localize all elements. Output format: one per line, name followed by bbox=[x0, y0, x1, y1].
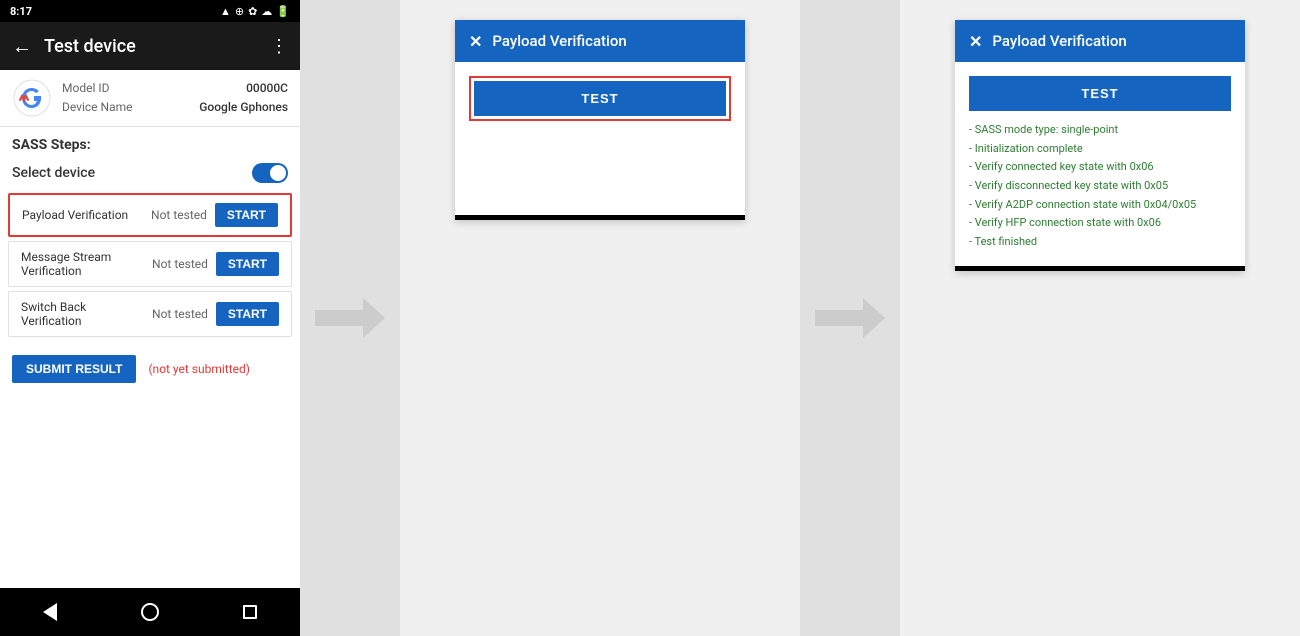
dialog-close-2[interactable]: ✕ bbox=[969, 32, 982, 51]
log-line: - Verify disconnected key state with 0x0… bbox=[969, 177, 1231, 196]
device-name-row: Device Name Google Gphones bbox=[62, 98, 288, 117]
log-line: - Test finished bbox=[969, 233, 1231, 252]
payload-verification-status: Not tested bbox=[151, 208, 207, 222]
arrow-head-2 bbox=[863, 298, 885, 338]
phone-content: Model ID 00000C Device Name Google Gphon… bbox=[0, 70, 300, 588]
switch-back-item: Switch Back Verification Not tested STAR… bbox=[8, 291, 292, 337]
nav-bar bbox=[0, 588, 300, 636]
dialog-header-1: ✕ Payload Verification bbox=[455, 20, 745, 62]
payload-verification-item: Payload Verification Not tested START bbox=[8, 193, 292, 237]
message-stream-start-button[interactable]: START bbox=[216, 252, 279, 276]
test-button-wrapper-1: TEST bbox=[469, 76, 731, 121]
status-bar: 8:17 ▲ ⊕ ✿ ☁ 🔋 bbox=[0, 0, 300, 22]
arrow-head-1 bbox=[363, 298, 385, 338]
wifi-icon: ▲ bbox=[220, 5, 231, 18]
dialog-close-1[interactable]: ✕ bbox=[469, 32, 482, 51]
toggle-knob bbox=[270, 165, 286, 181]
dialog-bottom-bar-2 bbox=[955, 266, 1245, 271]
arrow-body-2 bbox=[815, 310, 865, 326]
log-line: - Verify connected key state with 0x06 bbox=[969, 158, 1231, 177]
dialog-header-2: ✕ Payload Verification bbox=[955, 20, 1245, 62]
not-submitted-label: (not yet submitted) bbox=[148, 362, 250, 376]
arrow-2 bbox=[800, 0, 900, 636]
submit-row: SUBMIT RESULT (not yet submitted) bbox=[0, 343, 300, 395]
dialog-wrapper-1: ✕ Payload Verification TEST bbox=[400, 0, 800, 636]
dialog-body-2: TEST - SASS mode type: single-point- Ini… bbox=[955, 62, 1245, 266]
arrow-body-1 bbox=[315, 310, 365, 326]
switch-back-start-button[interactable]: START bbox=[216, 302, 279, 326]
dialog-title-1: Payload Verification bbox=[492, 32, 731, 50]
arrow-shape-1 bbox=[315, 298, 385, 338]
switch-back-status: Not tested bbox=[152, 307, 208, 321]
dialog-bottom-bar-1 bbox=[455, 215, 745, 220]
device-name-value: Google Gphones bbox=[199, 98, 288, 117]
app-title: Test device bbox=[44, 36, 270, 57]
select-device-label: Select device bbox=[12, 165, 95, 181]
home-nav-button[interactable] bbox=[135, 597, 165, 627]
recents-nav-icon bbox=[243, 605, 257, 619]
submit-result-button[interactable]: SUBMIT RESULT bbox=[12, 355, 136, 383]
status-icons: ▲ ⊕ ✿ ☁ 🔋 bbox=[220, 5, 290, 18]
settings-icon: ✿ bbox=[248, 5, 257, 18]
model-label: Model ID bbox=[62, 79, 109, 98]
battery-icon: 🔋 bbox=[276, 5, 290, 18]
dialog-title-2: Payload Verification bbox=[992, 32, 1231, 50]
log-line: - Verify A2DP connection state with 0x04… bbox=[969, 196, 1231, 215]
result-log: - SASS mode type: single-point- Initiali… bbox=[969, 121, 1231, 252]
device-logo bbox=[12, 78, 52, 118]
time-display: 8:17 bbox=[10, 5, 32, 18]
model-value: 00000C bbox=[246, 79, 288, 98]
test-button-wrapper-2: TEST bbox=[969, 76, 1231, 111]
home-nav-icon bbox=[141, 603, 159, 621]
log-line: - SASS mode type: single-point bbox=[969, 121, 1231, 140]
dialog-body-1: TEST bbox=[455, 62, 745, 215]
select-device-row: Select device bbox=[0, 157, 300, 191]
device-details: Model ID 00000C Device Name Google Gphon… bbox=[62, 79, 288, 117]
arrow-1 bbox=[300, 0, 400, 636]
back-button[interactable]: ← bbox=[12, 34, 32, 59]
dialog-panel-1: ✕ Payload Verification TEST bbox=[455, 20, 745, 220]
app-bar: ← Test device ⋮ bbox=[0, 22, 300, 70]
back-nav-icon bbox=[43, 603, 57, 621]
message-stream-name: Message StreamVerification bbox=[21, 250, 144, 278]
select-device-toggle[interactable] bbox=[252, 163, 288, 183]
payload-verification-name: Payload Verification bbox=[22, 208, 143, 222]
arrow-shape-2 bbox=[815, 298, 885, 338]
recents-nav-button[interactable] bbox=[235, 597, 265, 627]
test-button-1[interactable]: TEST bbox=[474, 81, 726, 116]
switch-back-name: Switch Back Verification bbox=[21, 300, 144, 328]
cloud-icon: ☁ bbox=[261, 5, 272, 18]
menu-button[interactable]: ⋮ bbox=[270, 36, 288, 57]
test-button-2[interactable]: TEST bbox=[969, 76, 1231, 111]
message-stream-item: Message StreamVerification Not tested ST… bbox=[8, 241, 292, 287]
device-info: Model ID 00000C Device Name Google Gphon… bbox=[0, 70, 300, 127]
dialog-wrapper-2: ✕ Payload Verification TEST - SASS mode … bbox=[900, 0, 1300, 636]
back-nav-button[interactable] bbox=[35, 597, 65, 627]
message-stream-status: Not tested bbox=[152, 257, 208, 271]
model-row: Model ID 00000C bbox=[62, 79, 288, 98]
payload-verification-start-button[interactable]: START bbox=[215, 203, 278, 227]
sass-steps-label: SASS Steps: bbox=[0, 127, 300, 157]
log-line: - Initialization complete bbox=[969, 140, 1231, 159]
log-line: - Verify HFP connection state with 0x06 bbox=[969, 214, 1231, 233]
signal-icon: ⊕ bbox=[235, 5, 244, 18]
device-name-label: Device Name bbox=[62, 98, 133, 117]
phone-panel: 8:17 ▲ ⊕ ✿ ☁ 🔋 ← Test device ⋮ bbox=[0, 0, 300, 636]
dialog-panel-2: ✕ Payload Verification TEST - SASS mode … bbox=[955, 20, 1245, 271]
